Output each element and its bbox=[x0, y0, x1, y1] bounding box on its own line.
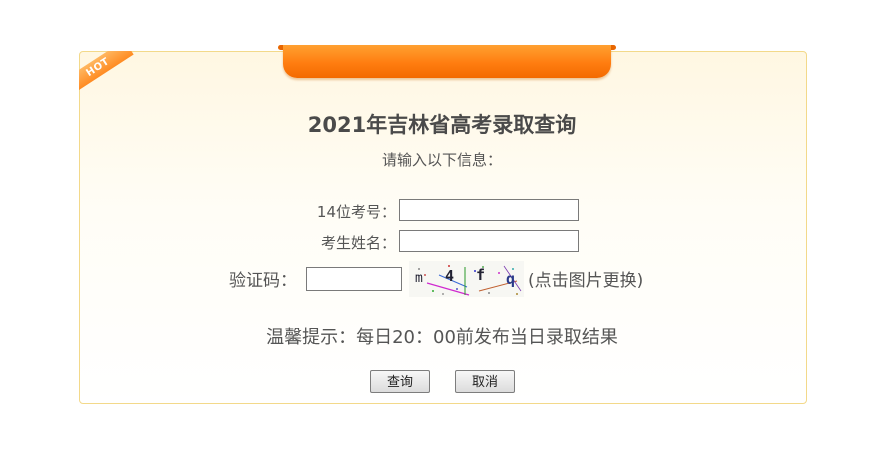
hot-corner: HOT bbox=[79, 51, 139, 91]
captcha-char-2: 4 bbox=[445, 267, 455, 285]
exam-id-label: 14位考号： bbox=[316, 203, 396, 221]
captcha-char-1: m bbox=[415, 271, 423, 286]
exam-id-input[interactable] bbox=[399, 199, 579, 221]
captcha-char-4: q bbox=[506, 270, 516, 288]
query-button[interactable]: 查询 bbox=[370, 370, 430, 393]
captcha-char-3: f bbox=[476, 266, 486, 284]
captcha-image[interactable]: m 4 f q bbox=[409, 261, 524, 297]
query-panel bbox=[79, 51, 807, 404]
page-subtitle: 请输入以下信息： bbox=[381, 151, 502, 169]
notice-text: 温馨提示：每日20：00前发布当日录取结果 bbox=[266, 327, 618, 348]
captcha-input[interactable] bbox=[306, 267, 402, 291]
captcha-refresh-hint[interactable]: (点击图片更换) bbox=[528, 266, 643, 291]
cancel-button[interactable]: 取消 bbox=[455, 370, 515, 393]
captcha-label: 验证码： bbox=[229, 271, 297, 291]
header-ribbon bbox=[283, 45, 611, 78]
name-input[interactable] bbox=[399, 230, 579, 252]
page-title: 2021年吉林省高考录取查询 bbox=[307, 113, 577, 137]
name-label: 考生姓名： bbox=[320, 234, 396, 252]
hot-badge: HOT bbox=[79, 51, 134, 91]
